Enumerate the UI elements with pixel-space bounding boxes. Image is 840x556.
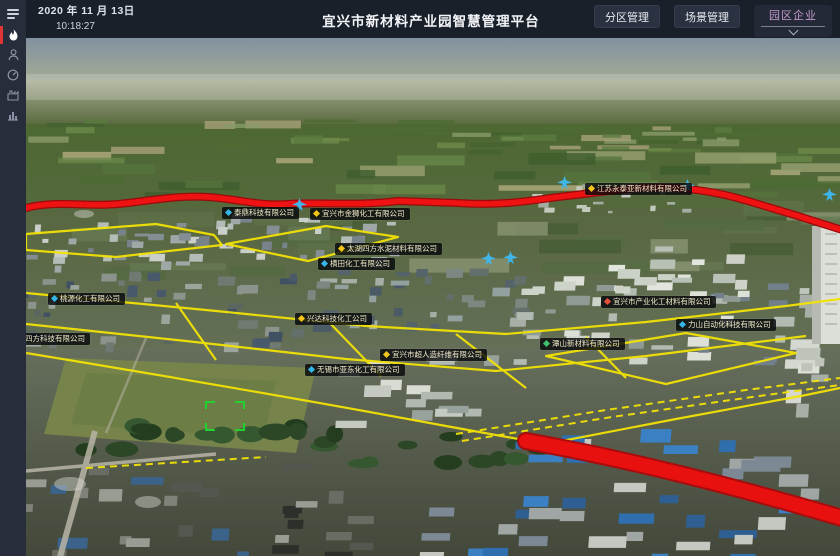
company-label[interactable]: 宜兴市超人造纤维有限公司 (380, 349, 487, 361)
company-pin-icon (604, 298, 611, 305)
header-actions: 分区管理 场景管理 园区企业 (594, 5, 832, 37)
terrain-render (26, 38, 840, 556)
bar-chart-icon-glyph (7, 110, 19, 121)
user-icon[interactable] (0, 46, 26, 64)
company-label-text: 泰鼎科技有限公司 (234, 209, 294, 217)
company-label-text: 太湖四方水泥材料有限公司 (347, 245, 437, 253)
gauge-icon[interactable] (0, 66, 26, 84)
factory-icon[interactable] (0, 86, 26, 104)
company-label-text: 潭山新材料有限公司 (552, 340, 620, 348)
company-pin-icon (298, 315, 305, 322)
chevron-down-icon (788, 26, 798, 36)
company-pin-icon (588, 185, 595, 192)
company-label[interactable]: 兴市四方科技有限公司 (26, 333, 90, 345)
company-label[interactable]: 宜兴市产业化工材料有限公司 (601, 296, 716, 308)
partition-manage-button[interactable]: 分区管理 (594, 5, 660, 28)
scene-manage-button[interactable]: 场景管理 (674, 5, 740, 28)
company-label[interactable]: 力山自动化科技有限公司 (676, 319, 776, 331)
selection-brackets (205, 401, 245, 431)
top-bar: 2020 年 11 月 13日 10:18:27 宜兴市新材料产业园智慧管理平台… (26, 0, 840, 38)
company-pin-icon (51, 295, 58, 302)
company-label-text: 宜兴市超人造纤维有限公司 (392, 351, 482, 359)
gauge-icon-glyph (7, 69, 19, 81)
company-pin-icon (338, 245, 345, 252)
company-label-text: 桃源化工有限公司 (60, 295, 120, 303)
company-label-text: 江苏永泰亚新材料有限公司 (597, 185, 687, 193)
datetime: 2020 年 11 月 13日 10:18:27 (38, 3, 135, 32)
current-date: 2020 年 11 月 13日 (38, 3, 135, 18)
company-label[interactable]: 潭山新材料有限公司 (540, 338, 625, 350)
company-label[interactable]: 无锡市亚东化工有限公司 (305, 364, 405, 376)
company-label-text: 兴市四方科技有限公司 (26, 335, 85, 343)
user-icon-glyph (8, 49, 19, 61)
bar-chart-icon[interactable] (0, 106, 26, 124)
company-label-text: 宜兴市金狮化工有限公司 (322, 210, 405, 218)
company-label[interactable]: 太湖四方水泥材料有限公司 (335, 243, 442, 255)
enterprise-dropdown[interactable]: 园区企业 (754, 5, 832, 37)
menu-icon[interactable] (0, 5, 26, 23)
company-label[interactable]: 泰鼎科技有限公司 (222, 207, 299, 219)
app-window: 2020 年 11 月 13日 10:18:27 宜兴市新材料产业园智慧管理平台… (0, 0, 840, 556)
sidebar (0, 0, 26, 556)
enterprise-dropdown-label: 园区企业 (769, 7, 817, 23)
company-label-text: 力山自动化科技有限公司 (688, 321, 771, 329)
company-label[interactable]: 兴达科技化工公司 (295, 313, 372, 325)
company-label-text: 宜兴市产业化工材料有限公司 (613, 298, 711, 306)
company-label-text: 横田化工有限公司 (330, 260, 390, 268)
company-label[interactable]: 江苏永泰亚新材料有限公司 (585, 183, 692, 195)
menu-icon-glyph (7, 9, 19, 19)
current-time: 10:18:27 (56, 21, 135, 32)
factory-icon-glyph (7, 90, 19, 101)
company-pin-icon (225, 209, 232, 216)
company-pin-icon (383, 351, 390, 358)
flame-icon-glyph (8, 29, 19, 42)
map-3d-view[interactable]: 泰鼎科技有限公司 宜兴市金狮化工有限公司 太湖四方水泥材料有限公司 横田化工有限… (26, 38, 840, 556)
company-pin-icon (313, 210, 320, 217)
page-title: 宜兴市新材料产业园智慧管理平台 (322, 10, 540, 30)
company-pin-icon (543, 340, 550, 347)
company-pin-icon (308, 366, 315, 373)
company-label[interactable]: 横田化工有限公司 (318, 258, 395, 270)
company-label-text: 无锡市亚东化工有限公司 (317, 366, 400, 374)
company-label[interactable]: 宜兴市金狮化工有限公司 (310, 208, 410, 220)
company-pin-icon (321, 260, 328, 267)
company-label-text: 兴达科技化工公司 (307, 315, 367, 323)
company-label[interactable]: 桃源化工有限公司 (48, 293, 125, 305)
company-pin-icon (679, 321, 686, 328)
flame-icon[interactable] (0, 26, 26, 44)
